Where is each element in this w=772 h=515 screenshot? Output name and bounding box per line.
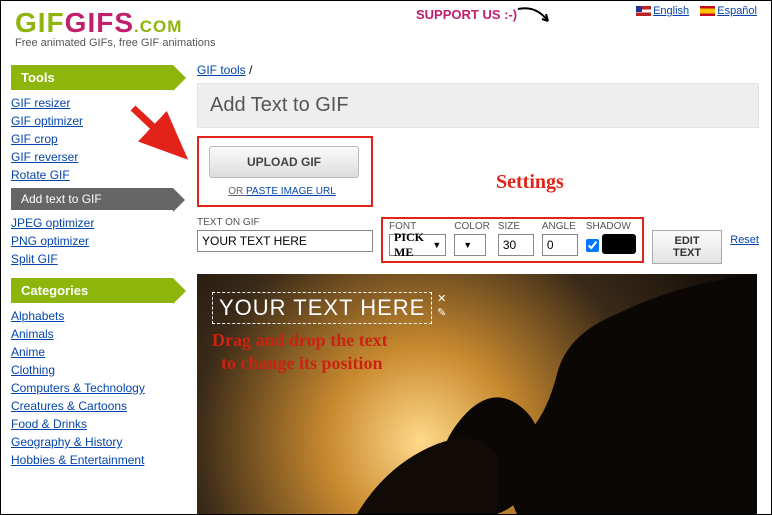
size-input[interactable]: [498, 234, 534, 256]
sidebar-item-gif-reverser[interactable]: GIF reverser: [11, 150, 78, 164]
chevron-down-icon: ▼: [463, 240, 472, 250]
sidebar-cat-computers[interactable]: Computers & Technology: [11, 381, 145, 395]
draggable-text-overlay[interactable]: YOUR TEXT HERE ✕ ✎: [212, 292, 432, 324]
sidebar-item-add-text[interactable]: Add text to GIF: [11, 188, 173, 210]
sidebar-cat-hobbies[interactable]: Hobbies & Entertainment: [11, 453, 144, 467]
font-select[interactable]: PICK ME▼: [389, 234, 446, 256]
sidebar-item-png-optimizer[interactable]: PNG optimizer: [11, 234, 89, 248]
sidebar-head-categories: Categories: [11, 278, 173, 303]
sidebar-item-split-gif[interactable]: Split GIF: [11, 252, 58, 266]
sidebar-cat-food[interactable]: Food & Drinks: [11, 417, 87, 431]
edit-text-button[interactable]: EDIT TEXT: [652, 230, 722, 264]
color-label: COLOR: [454, 221, 490, 232]
sidebar-item-rotate-gif[interactable]: Rotate GIF: [11, 168, 70, 182]
flag-us-icon: [636, 6, 651, 16]
arrow-doodle-icon: [516, 5, 556, 31]
reset-link[interactable]: Reset: [730, 234, 759, 246]
sidebar-head-tools: Tools: [11, 65, 173, 90]
sidebar-cat-geography[interactable]: Geography & History: [11, 435, 122, 449]
shadow-color-swatch[interactable]: [602, 234, 636, 254]
upload-gif-button[interactable]: UPLOAD GIF: [209, 146, 359, 178]
lang-spanish[interactable]: Español: [700, 5, 757, 17]
crumb-gif-tools[interactable]: GIF tools: [197, 63, 246, 77]
paste-image-url-link[interactable]: PASTE IMAGE URL: [246, 186, 336, 197]
move-icon[interactable]: ✎: [437, 306, 446, 319]
sidebar-cat-alphabets[interactable]: Alphabets: [11, 309, 64, 323]
sidebar-item-jpeg-optimizer[interactable]: JPEG optimizer: [11, 216, 94, 230]
sidebar-item-gif-resizer[interactable]: GIF resizer: [11, 96, 70, 110]
color-select[interactable]: ▼: [454, 234, 486, 256]
lang-english[interactable]: English: [636, 5, 689, 17]
shadow-checkbox[interactable]: [586, 239, 599, 252]
paste-url-row: OR PASTE IMAGE URL: [209, 186, 355, 197]
sidebar-cat-creatures[interactable]: Creatures & Cartoons: [11, 399, 127, 413]
flag-es-icon: [700, 6, 715, 16]
text-on-gif-label: TEXT ON GIF: [197, 217, 373, 228]
close-icon[interactable]: ✕: [437, 292, 446, 305]
sidebar-item-gif-optimizer[interactable]: GIF optimizer: [11, 114, 83, 128]
size-label: SIZE: [498, 221, 534, 232]
chevron-down-icon: ▼: [432, 240, 441, 250]
drag-hint-annot: Drag and drop the text to change its pos…: [212, 329, 388, 374]
sidebar-cat-animals[interactable]: Animals: [11, 327, 54, 341]
angle-input[interactable]: [542, 234, 578, 256]
page-title: Add Text to GIF: [197, 83, 759, 128]
language-switcher: English Español: [628, 5, 757, 17]
tagline: Free animated GIFs, free GIF animations: [15, 37, 761, 49]
upload-box-annot: UPLOAD GIF OR PASTE IMAGE URL: [197, 136, 373, 207]
angle-label: ANGLE: [542, 221, 578, 232]
text-on-gif-input[interactable]: [197, 230, 373, 252]
gif-preview[interactable]: YOUR TEXT HERE ✕ ✎ Drag and drop the tex…: [197, 274, 757, 514]
sidebar-cat-anime[interactable]: Anime: [11, 345, 45, 359]
settings-annot: Settings: [496, 171, 564, 194]
sidebar-item-gif-crop[interactable]: GIF crop: [11, 132, 58, 146]
breadcrumb: GIF tools /: [197, 59, 759, 83]
support-us-link[interactable]: SUPPORT US :-): [416, 7, 517, 22]
sidebar-cat-clothing[interactable]: Clothing: [11, 363, 55, 377]
settings-box-annot: FONT PICK ME▼ COLOR ▼ SIZE ANGLE SHADOW: [381, 217, 644, 263]
shadow-label: SHADOW: [586, 221, 636, 232]
